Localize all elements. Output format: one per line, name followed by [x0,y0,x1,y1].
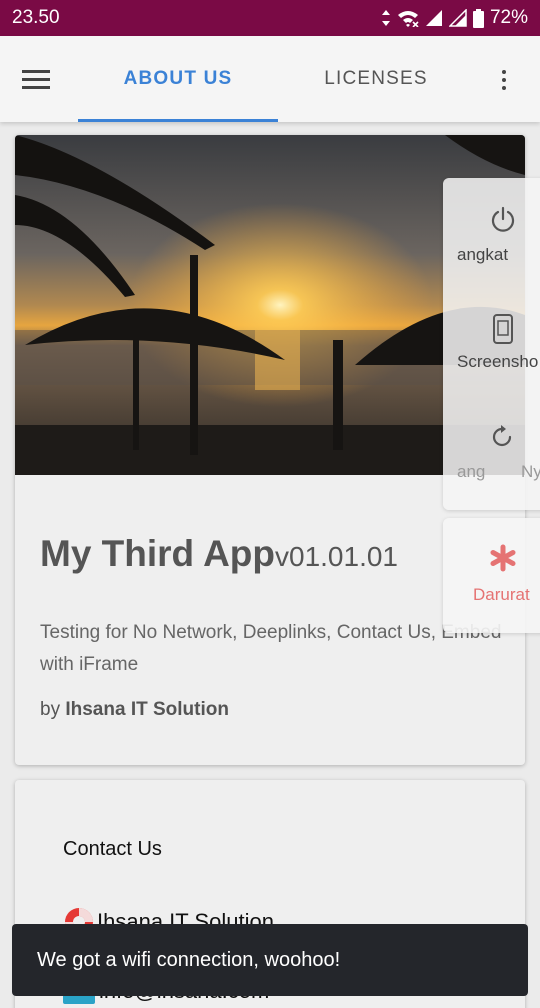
screenshot-label: Screensho [457,352,539,371]
tab-indicator [78,119,278,122]
author-byline: by Ihsana IT Solution [40,699,229,721]
restart-label: ang [457,462,486,481]
signal-icon-2 [448,9,467,27]
author-name: Ihsana IT Solution [65,699,229,720]
hamburger-menu-icon[interactable] [22,64,62,94]
tab-about-us-label: ABOUT US [123,68,233,89]
more-vert-icon[interactable] [492,68,516,92]
status-time: 23.50 [12,7,60,28]
status-bar: 23.50 72% [0,0,540,36]
battery-icon [472,8,484,28]
power-menu-panel: angkat Screensho ang Ny [443,178,540,510]
emergency-label: Darurat [473,585,530,604]
power-icon [489,206,517,239]
tab-about-us[interactable]: ABOUT US [78,36,278,122]
app-description: Testing for No Network, Deeplinks, Conta… [40,622,502,675]
emergency-button[interactable]: Darurat [443,518,540,633]
power-off-item[interactable]: angkat [443,178,540,288]
signal-icon [425,9,443,27]
restart-item[interactable]: ang Ny [443,398,540,510]
by-prefix: by [40,699,61,720]
app-version: v01.01.01 [275,541,398,572]
restart-icon [489,424,515,455]
screenshot-icon [492,314,514,349]
tab-licenses[interactable]: LICENSES [278,36,474,122]
wifi-icon [397,9,419,27]
app-title: My Third Appv01.01.01 [40,533,398,575]
contact-title: Contact Us [63,838,162,860]
battery-percent: 72% [489,7,528,28]
emergency-asterisk-icon [489,544,517,577]
snackbar: We got a wifi connection, woohoo! [12,924,528,996]
snackbar-message: We got a wifi connection, woohoo! [37,948,341,971]
app-bar: ABOUT US LICENSES [0,36,540,122]
app-name: My Third App [40,533,275,574]
status-icons: 72% [381,7,528,29]
power-off-label: angkat [457,245,509,264]
data-arrows-icon [381,9,391,27]
restart-label-2: Ny [521,462,540,481]
tab-licenses-label: LICENSES [324,68,428,89]
screenshot-item[interactable]: Screensho [443,288,540,398]
